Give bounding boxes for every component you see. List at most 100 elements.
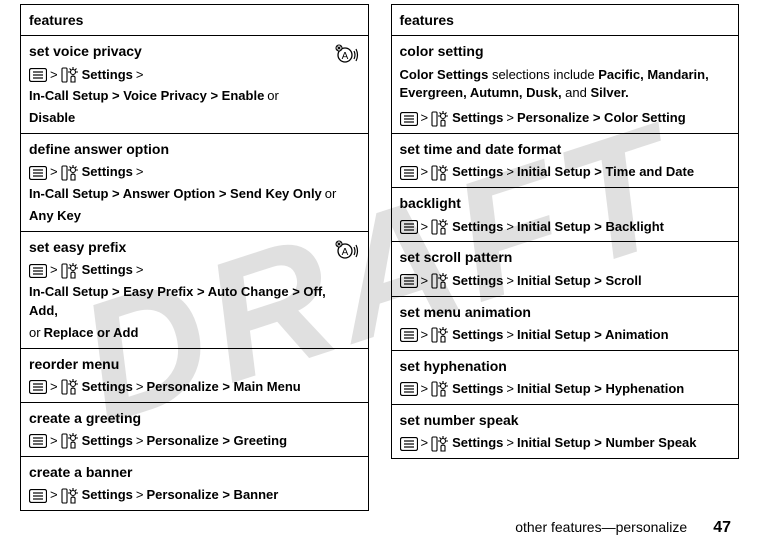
or-text: or — [325, 185, 337, 204]
nav-path: >Settings>Initial Setup > Time and Date — [400, 163, 731, 182]
path-segment: In-Call Setup > Voice Privacy > Enable — [29, 87, 264, 106]
path-segment: In-Call Setup > Easy Prefix > Auto Chang… — [29, 283, 328, 321]
feature-title: create a banner — [29, 462, 360, 482]
feature-title: create a greeting — [29, 408, 360, 428]
nav-path: >Settings>Initial Setup > Hyphenation — [400, 380, 731, 399]
left-feature-cell: create a banner >Settings>Personalize > B… — [21, 456, 369, 510]
chevron-text: > — [506, 109, 514, 128]
menu-key-icon — [400, 437, 418, 451]
path-segment: Initial Setup > Scroll — [517, 272, 642, 291]
page-number: 47 — [713, 519, 731, 537]
settings-icon — [61, 433, 79, 449]
path-segment: Settings — [452, 163, 503, 182]
settings-icon — [61, 488, 79, 504]
chevron-text: > — [421, 326, 429, 345]
path-segment: Settings — [82, 66, 133, 85]
settings-icon — [431, 219, 449, 235]
path-segment: Settings — [452, 434, 503, 453]
svg-text:A: A — [341, 51, 348, 62]
chevron-text: > — [506, 163, 514, 182]
nav-path: >Settings>Initial Setup > Scroll — [400, 272, 731, 291]
path-segment: Any Key — [29, 207, 81, 226]
right-feature-cell: set menu animation >Settings>Initial Setu… — [391, 296, 739, 350]
antenna-icon: A — [334, 237, 360, 261]
chevron-text: > — [136, 486, 144, 505]
chevron-text: > — [136, 432, 144, 451]
left-header: features — [21, 5, 369, 36]
nav-path: >Settings>Personalize > Greeting — [29, 432, 360, 451]
right-feature-cell: set number speak>Settings>Initial Setup … — [391, 404, 739, 458]
left-feature-cell: create a greeting >Settings>Personalize >… — [21, 402, 369, 456]
settings-icon — [431, 436, 449, 452]
chevron-text: > — [421, 109, 429, 128]
settings-icon — [61, 67, 79, 83]
chevron-text: > — [421, 218, 429, 237]
menu-key-icon — [29, 166, 47, 180]
menu-key-icon — [400, 382, 418, 396]
antenna-icon: A — [334, 41, 360, 65]
chevron-text: > — [50, 66, 58, 85]
settings-icon — [61, 379, 79, 395]
chevron-text: > — [421, 163, 429, 182]
path-segment: Initial Setup > Backlight — [517, 218, 664, 237]
feature-title: reorder menu — [29, 354, 360, 374]
path-segment: Personalize > Main Menu — [146, 378, 300, 397]
path-segment: Settings — [452, 218, 503, 237]
chevron-text: > — [506, 272, 514, 291]
path-segment: Settings — [82, 163, 133, 182]
feature-title: set scroll pattern — [400, 247, 731, 267]
nav-path: >Settings>In-Call Setup > Voice Privacy … — [29, 66, 328, 129]
chevron-text: > — [50, 261, 58, 280]
or-text: or — [267, 87, 279, 106]
path-segment: Initial Setup > Number Speak — [517, 434, 697, 453]
path-segment: Settings — [452, 380, 503, 399]
right-feature-cell: color setting Color Settings selections i… — [391, 36, 739, 134]
settings-icon — [431, 273, 449, 289]
or-text: or — [29, 324, 41, 343]
path-segment: Personalize > Color Setting — [517, 109, 686, 128]
nav-path: >Settings>Initial Setup > Animation — [400, 326, 731, 345]
path-segment: Disable — [29, 109, 75, 128]
chevron-text: > — [506, 326, 514, 345]
path-segment: Initial Setup > Time and Date — [517, 163, 694, 182]
path-segment: In-Call Setup > Answer Option > Send Key… — [29, 185, 322, 204]
footer-text: other features—personalize — [515, 519, 687, 535]
menu-key-icon — [400, 274, 418, 288]
feature-description: Color Settings selections include Pacifi… — [400, 66, 731, 104]
nav-path: >Settings>Personalize > Banner — [29, 486, 360, 505]
menu-key-icon — [29, 68, 47, 82]
page-footer: other features—personalize 47 — [515, 519, 731, 537]
feature-title: color setting — [400, 41, 731, 61]
path-segment: Personalize > Greeting — [146, 432, 287, 451]
path-segment: Settings — [82, 486, 133, 505]
nav-path: >Settings>Initial Setup > Backlight — [400, 218, 731, 237]
feature-title: set menu animation — [400, 302, 731, 322]
right-feature-cell: set hyphenation >Settings>Initial Setup >… — [391, 350, 739, 404]
nav-path: >Settings>Personalize > Color Setting — [400, 109, 731, 128]
path-segment: Settings — [452, 272, 503, 291]
settings-icon — [61, 263, 79, 279]
svg-text:A: A — [341, 247, 348, 258]
feature-title: set easy prefix — [29, 237, 328, 257]
chevron-text: > — [50, 432, 58, 451]
menu-key-icon — [400, 220, 418, 234]
menu-key-icon — [29, 380, 47, 394]
left-feature-cell: set voice privacy>Settings>In-Call Setup… — [21, 36, 369, 134]
settings-icon — [431, 381, 449, 397]
chevron-text: > — [136, 261, 144, 280]
chevron-text: > — [421, 434, 429, 453]
chevron-text: > — [50, 378, 58, 397]
settings-icon — [431, 165, 449, 181]
right-feature-cell: set scroll pattern >Settings>Initial Setu… — [391, 242, 739, 296]
settings-icon — [431, 111, 449, 127]
chevron-text: > — [50, 163, 58, 182]
path-segment: Settings — [82, 378, 133, 397]
menu-key-icon — [29, 489, 47, 503]
feature-title: set hyphenation — [400, 356, 731, 376]
feature-title: set voice privacy — [29, 41, 328, 61]
left-feature-cell: reorder menu>Settings>Personalize > Main… — [21, 348, 369, 402]
content-columns: features set voice privacy>Settings>In-C… — [0, 0, 759, 511]
path-segment: Personalize > Banner — [146, 486, 278, 505]
right-feature-cell: backlight>Settings>Initial Setup > Backl… — [391, 188, 739, 242]
left-table: features set voice privacy>Settings>In-C… — [20, 4, 369, 511]
